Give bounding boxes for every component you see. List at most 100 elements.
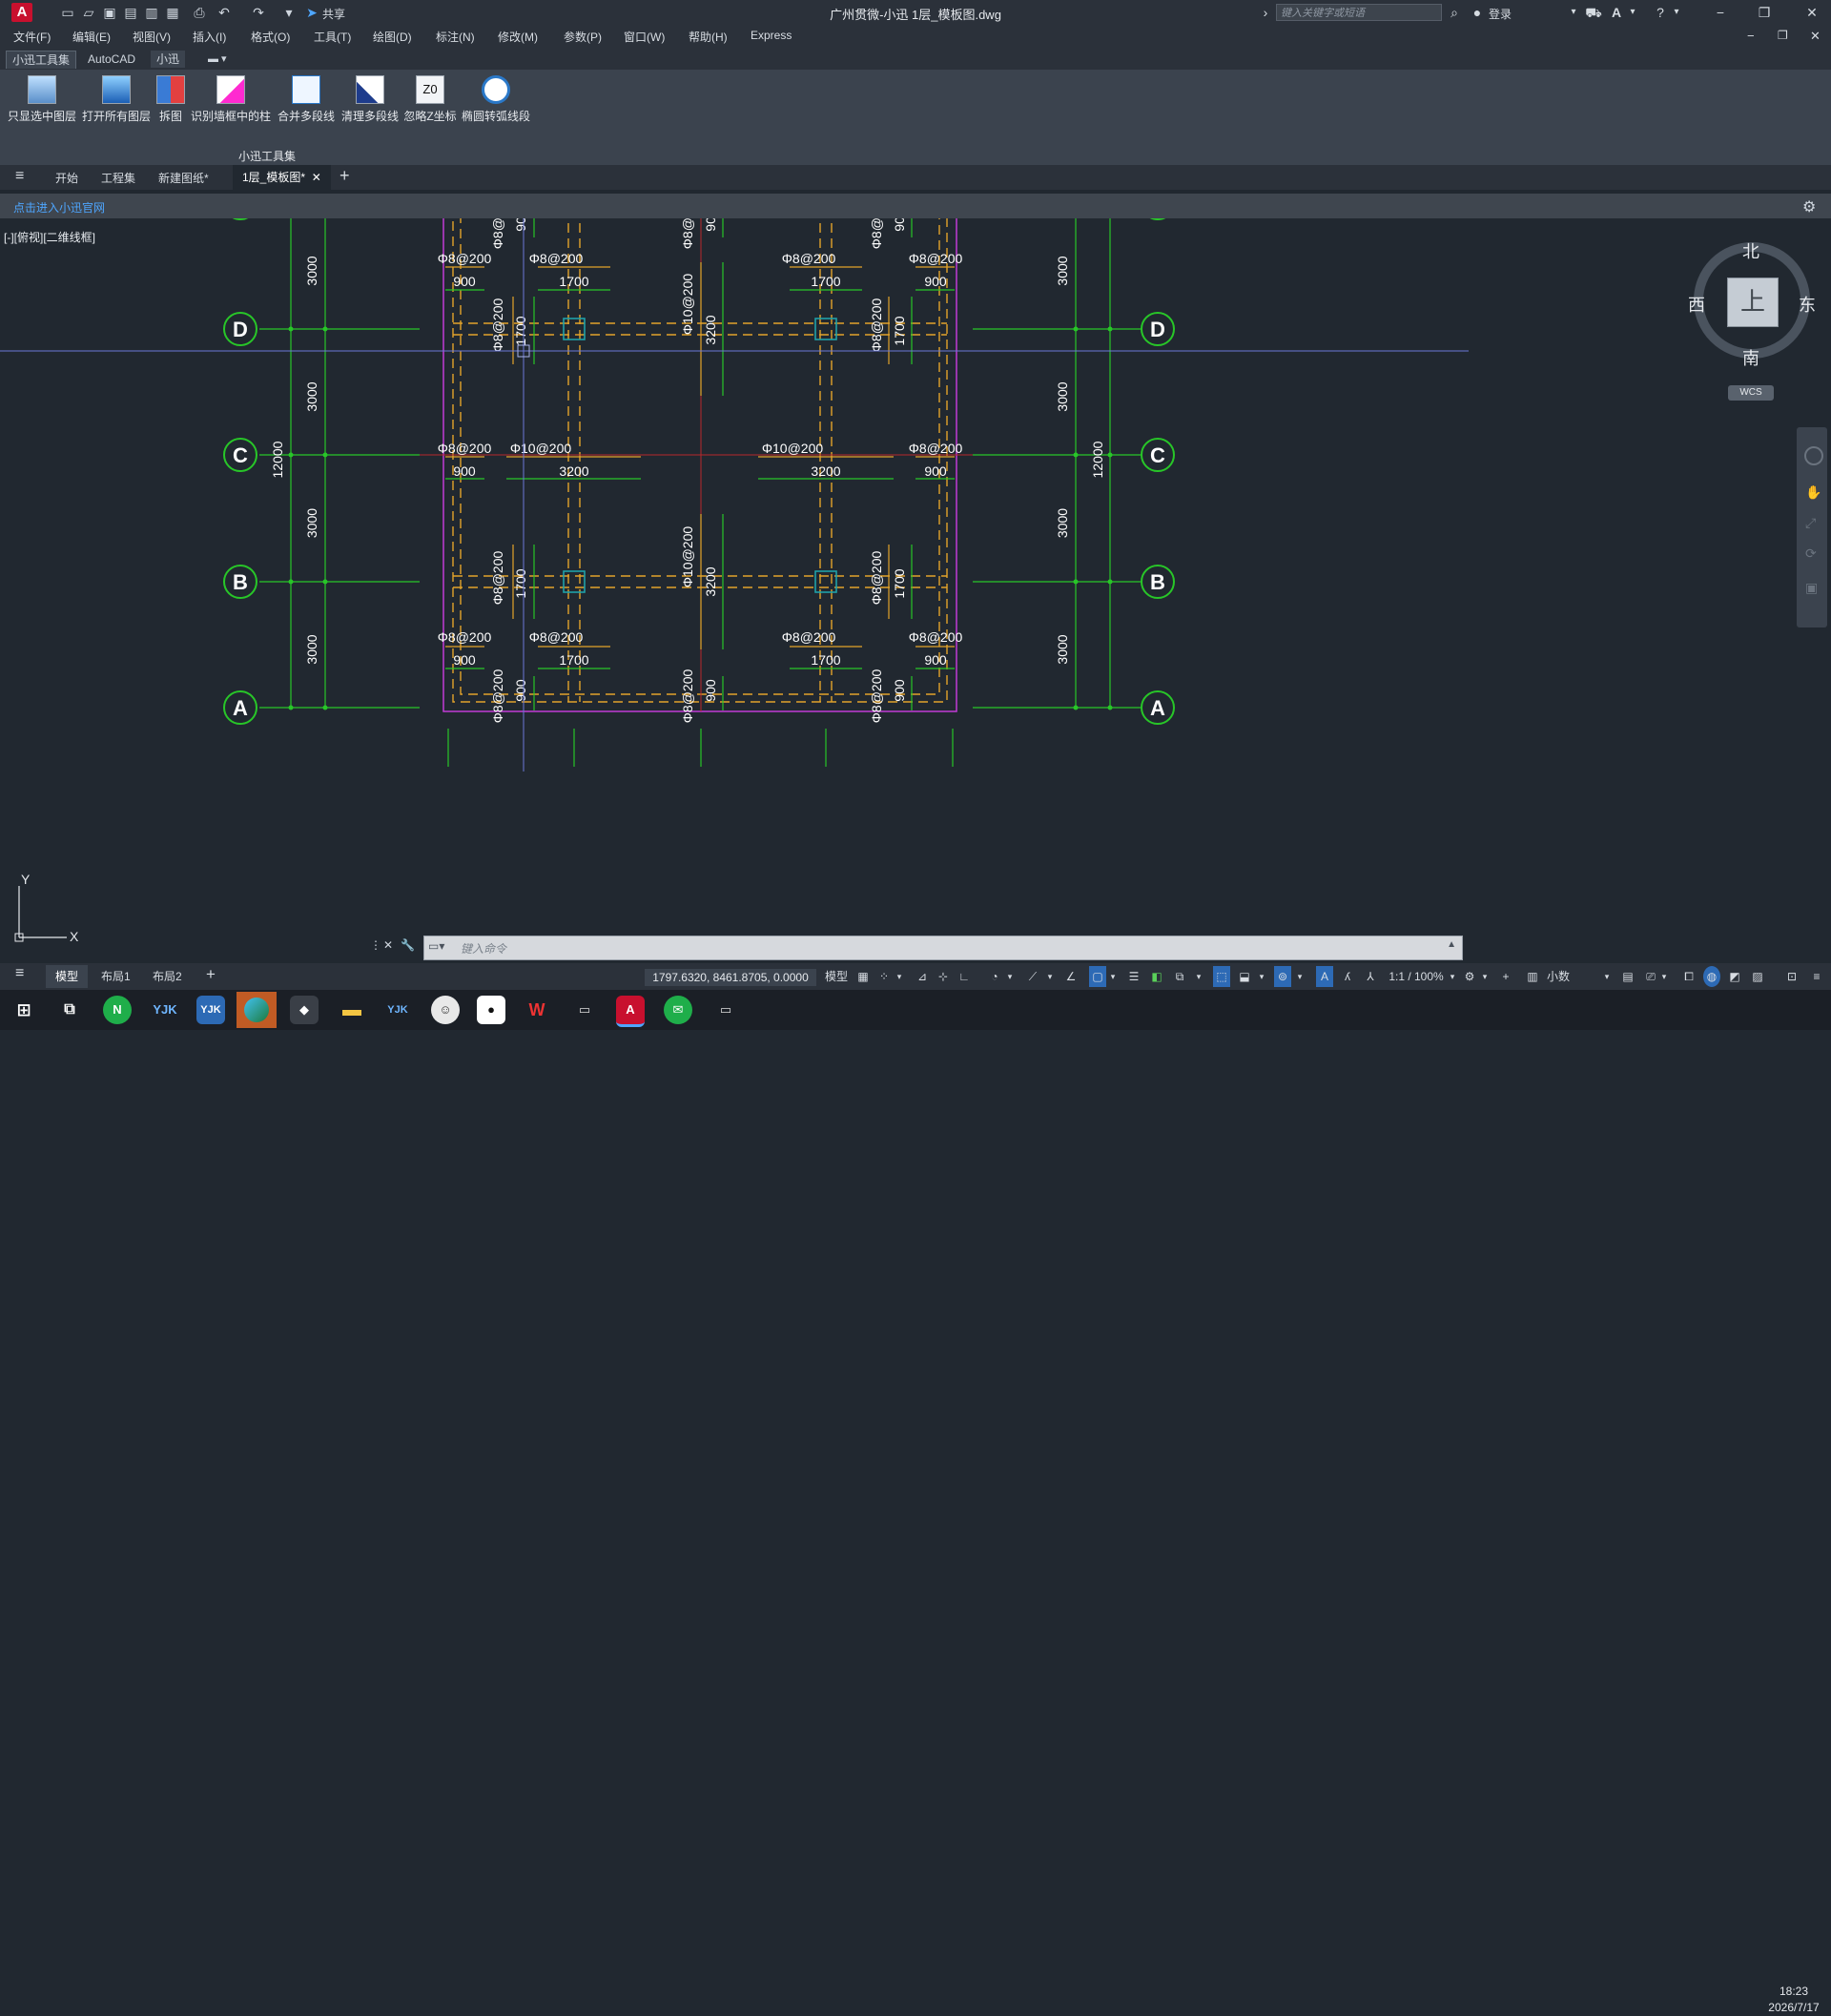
drawing-canvas[interactable]: 3000 3000 3000 3000 3000 3000 3000 3000 12000 120…: [0, 218, 1831, 962]
login-dropdown-icon[interactable]: ▾: [1568, 3, 1579, 22]
tab-new-sheet[interactable]: 新建图纸*: [158, 170, 209, 186]
command-line[interactable]: ▭▾ 键入命令 ▲: [423, 936, 1463, 960]
login-button[interactable]: 登录: [1489, 6, 1512, 22]
hamburger-menu-icon[interactable]: ≡: [15, 168, 24, 185]
column[interactable]: [563, 570, 586, 593]
steering-wheel-icon[interactable]: [1804, 446, 1823, 465]
tab-xiaoxun-tools[interactable]: 小迅工具集: [6, 51, 77, 69]
annotate-plus-icon[interactable]: +: [1497, 966, 1514, 987]
coordinates-readout[interactable]: 1797.6320, 8461.8705, 0.0000: [645, 969, 816, 986]
annotation-scale-auto-icon[interactable]: A: [1316, 966, 1333, 987]
workspace-dropdown-icon[interactable]: ▾: [1480, 966, 1490, 987]
menu-help[interactable]: 帮助(H): [689, 29, 728, 45]
units-dropdown-icon[interactable]: ▾: [1602, 966, 1612, 987]
autocad-icon[interactable]: A: [616, 996, 645, 1027]
system-clock[interactable]: 18:23 2026/7/17: [1762, 1984, 1825, 2016]
edge-browser-icon[interactable]: [237, 992, 277, 1028]
units-selector[interactable]: 小数: [1547, 966, 1604, 987]
website-link[interactable]: 点击进入小迅官网: [13, 199, 105, 216]
wechat-icon[interactable]: ✉: [664, 996, 692, 1024]
gear-icon[interactable]: ⚙: [1802, 197, 1816, 216]
wcs-dropdown[interactable]: WCS: [1728, 385, 1774, 401]
tab-model[interactable]: 模型: [46, 965, 89, 988]
app-logo[interactable]: A: [11, 3, 32, 22]
yjk-blue-app-icon[interactable]: YJK: [196, 996, 225, 1024]
search-input[interactable]: 键入关键字或短语: [1276, 4, 1442, 21]
open-icon[interactable]: ▱: [80, 4, 97, 21]
autodesk-a360-icon[interactable]: A: [1608, 3, 1625, 22]
pan-icon[interactable]: ✋: [1805, 484, 1821, 501]
menu-draw[interactable]: 绘图(D): [373, 29, 412, 45]
osnap-dropdown-icon[interactable]: ▾: [1108, 966, 1118, 987]
user-icon[interactable]: ●: [1469, 3, 1486, 22]
annotation-scale-readout[interactable]: 1:1 / 100%: [1385, 966, 1448, 987]
wps-icon[interactable]: W: [523, 996, 551, 1024]
menu-edit[interactable]: 编辑(E): [72, 29, 111, 45]
transparency-icon[interactable]: ◧: [1148, 966, 1165, 987]
annotation-visibility-icon[interactable]: ⊚: [1274, 966, 1291, 987]
undo-icon[interactable]: ↶: [216, 4, 233, 21]
clean-screen-toggle-icon[interactable]: ◩: [1726, 966, 1743, 987]
annotation-dropdown-icon[interactable]: ▾: [1257, 966, 1266, 987]
clean-screen-icon[interactable]: ⊡: [1783, 966, 1800, 987]
green-app-icon[interactable]: N: [103, 996, 132, 1024]
object-snap-tracking-icon[interactable]: ∠: [1062, 966, 1080, 987]
workspace-gear-icon[interactable]: ⚙: [1461, 966, 1478, 987]
cart-icon[interactable]: ⛟: [1585, 3, 1602, 22]
cmd-prompt-icon[interactable]: ▭▾: [428, 939, 444, 953]
model-space-toggle[interactable]: 模型: [822, 966, 851, 987]
tool-split-drawing[interactable]: 拆图: [154, 75, 187, 144]
tab-xiaoxun[interactable]: 小迅: [151, 51, 186, 68]
showmotion-icon[interactable]: ▣: [1805, 580, 1818, 596]
dark-app-icon[interactable]: ◆: [290, 996, 319, 1024]
cmd-grip-icon[interactable]: ⋮: [370, 938, 381, 952]
print-icon[interactable]: ⎙: [191, 4, 208, 21]
isodraft-icon[interactable]: ⟋: [1024, 966, 1041, 987]
cmd-customize-icon[interactable]: 🔧: [401, 938, 415, 952]
navcube-east[interactable]: 东: [1799, 292, 1816, 317]
publish-icon[interactable]: ▦: [164, 4, 181, 21]
tab-autocad[interactable]: AutoCAD: [82, 51, 141, 68]
menu-tools[interactable]: 工具(T): [314, 29, 351, 45]
annotation-scale-icon[interactable]: ʎ: [1339, 966, 1356, 987]
expand-arrow-icon[interactable]: ›: [1259, 3, 1272, 22]
isolate-objects-icon[interactable]: ⧠: [1680, 966, 1697, 987]
tab-active-drawing[interactable]: 1层_模板图* ✕: [233, 165, 331, 190]
menu-insert[interactable]: 插入(I): [193, 29, 226, 45]
file-explorer-icon[interactable]: ▬: [338, 996, 366, 1024]
snap-dropdown-icon[interactable]: ▾: [895, 966, 904, 987]
yjk-app-2-icon[interactable]: YJK: [383, 996, 412, 1024]
cmd-close-icon[interactable]: ✕: [383, 938, 393, 952]
navcube-south[interactable]: 南: [1742, 345, 1759, 370]
annovis-dropdown-icon[interactable]: ▾: [1295, 966, 1305, 987]
save-icon[interactable]: ▣: [101, 4, 118, 21]
polar-dropdown-icon[interactable]: ▾: [1005, 966, 1015, 987]
doc-close-icon[interactable]: ✕: [1810, 29, 1821, 44]
menu-view[interactable]: 视图(V): [133, 29, 171, 45]
task-view-icon[interactable]: ⧉: [55, 996, 84, 1024]
menu-dimension[interactable]: 标注(N): [436, 29, 475, 45]
display-app-icon[interactable]: ▭: [711, 996, 740, 1024]
axis-bubble-e[interactable]: [1142, 218, 1174, 220]
saveas-icon[interactable]: ▤: [122, 4, 139, 21]
plot-icon[interactable]: ▥: [143, 4, 160, 21]
help-dropdown-icon[interactable]: ▾: [1671, 3, 1682, 22]
tool-ellipse-to-arc[interactable]: 椭圆转弧线段: [460, 75, 532, 144]
ortho-icon[interactable]: ∟: [956, 966, 973, 987]
monitor-app-icon[interactable]: ▭: [570, 996, 599, 1024]
tab-layout1[interactable]: 布局1: [101, 968, 131, 984]
3d-osnap-icon[interactable]: ⬚: [1213, 966, 1230, 987]
object-snap-icon[interactable]: ▢: [1089, 966, 1106, 987]
grid-icon[interactable]: ▦: [854, 966, 872, 987]
a360-dropdown-icon[interactable]: ▾: [1627, 3, 1638, 22]
tool-clean-polylines[interactable]: 清理多段线: [339, 75, 401, 144]
lock-dropdown-icon[interactable]: ▾: [1659, 966, 1669, 987]
search-icon[interactable]: ⌕: [1446, 3, 1463, 22]
orbit-icon[interactable]: ⟳: [1805, 545, 1817, 562]
panda-app-icon[interactable]: ●: [477, 996, 505, 1024]
close-icon[interactable]: ✕: [1802, 3, 1821, 22]
menu-express[interactable]: Express: [751, 29, 792, 42]
restore-icon[interactable]: ❐: [1755, 3, 1774, 22]
menu-file[interactable]: 文件(F): [13, 29, 51, 45]
selection-dropdown-icon[interactable]: ▾: [1194, 966, 1204, 987]
